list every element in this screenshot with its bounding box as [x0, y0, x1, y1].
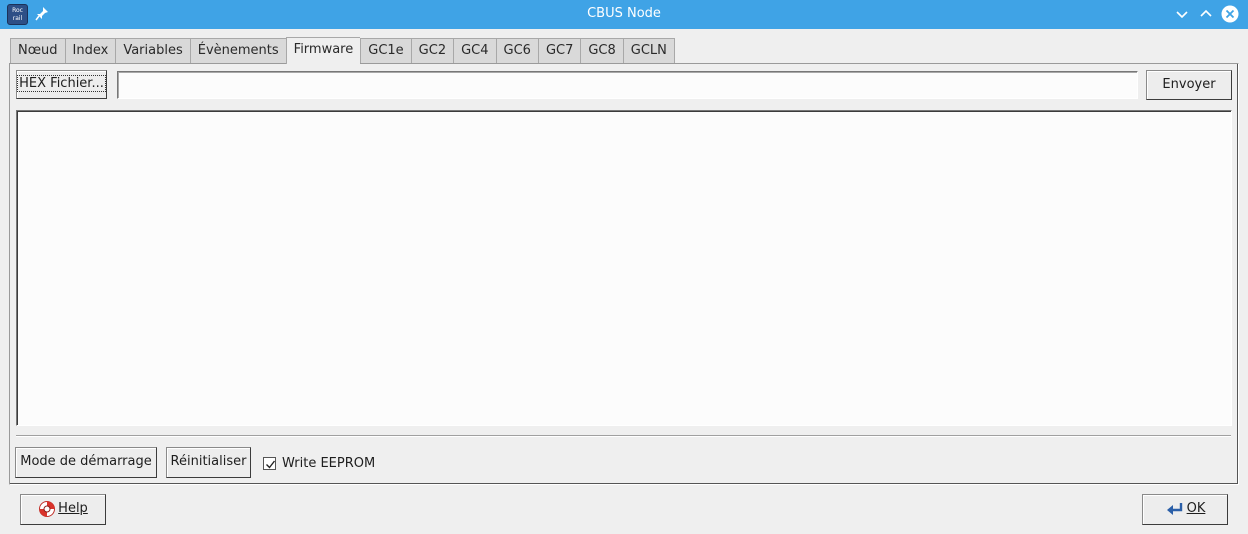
- minimize-icon[interactable]: [1173, 5, 1191, 23]
- tab-noeud[interactable]: Nœud: [10, 38, 65, 64]
- divider: [16, 435, 1231, 437]
- hex-file-button[interactable]: HEX Fichier...: [16, 70, 107, 99]
- send-button[interactable]: Envoyer: [1146, 70, 1232, 100]
- tab-gc8[interactable]: GC8: [580, 38, 623, 64]
- ok-button-label: OK: [1186, 501, 1206, 516]
- hex-file-path-input[interactable]: [117, 71, 1138, 99]
- window-titlebar[interactable]: Roc rail CBUS Node: [0, 0, 1248, 29]
- tab-firmware[interactable]: Firmware: [285, 37, 361, 64]
- help-button-label: Help: [58, 501, 88, 516]
- tab-gc6[interactable]: GC6: [495, 38, 538, 64]
- tab-bar: Nœud Index Variables Évènements Firmware…: [10, 37, 675, 64]
- tab-variables[interactable]: Variables: [115, 38, 190, 64]
- write-eeprom-label: Write EEPROM: [282, 455, 376, 471]
- tab-gc4[interactable]: GC4: [453, 38, 496, 64]
- reset-button[interactable]: Réinitialiser: [166, 447, 251, 478]
- tab-gc7[interactable]: GC7: [537, 38, 581, 64]
- lifebuoy-icon: [39, 500, 56, 517]
- checkbox-checked-icon[interactable]: [263, 456, 276, 470]
- help-button[interactable]: Help: [20, 494, 106, 525]
- tab-index[interactable]: Index: [64, 38, 116, 64]
- firmware-log-area[interactable]: [16, 110, 1232, 426]
- hex-file-button-label: HEX Fichier...: [17, 75, 106, 92]
- tab-gc1e[interactable]: GC1e: [360, 38, 411, 64]
- window-title: CBUS Node: [587, 6, 661, 21]
- maximize-icon[interactable]: [1197, 5, 1215, 23]
- boot-mode-button[interactable]: Mode de démarrage: [15, 447, 157, 478]
- tab-evenements[interactable]: Évènements: [189, 38, 286, 64]
- write-eeprom-checkbox[interactable]: Write EEPROM: [263, 455, 375, 471]
- ok-button[interactable]: OK: [1142, 494, 1228, 525]
- enter-arrow-icon: [1166, 502, 1182, 515]
- tab-gcln[interactable]: GCLN: [622, 38, 675, 64]
- close-icon[interactable]: [1221, 5, 1239, 23]
- tab-gc2[interactable]: GC2: [410, 38, 454, 64]
